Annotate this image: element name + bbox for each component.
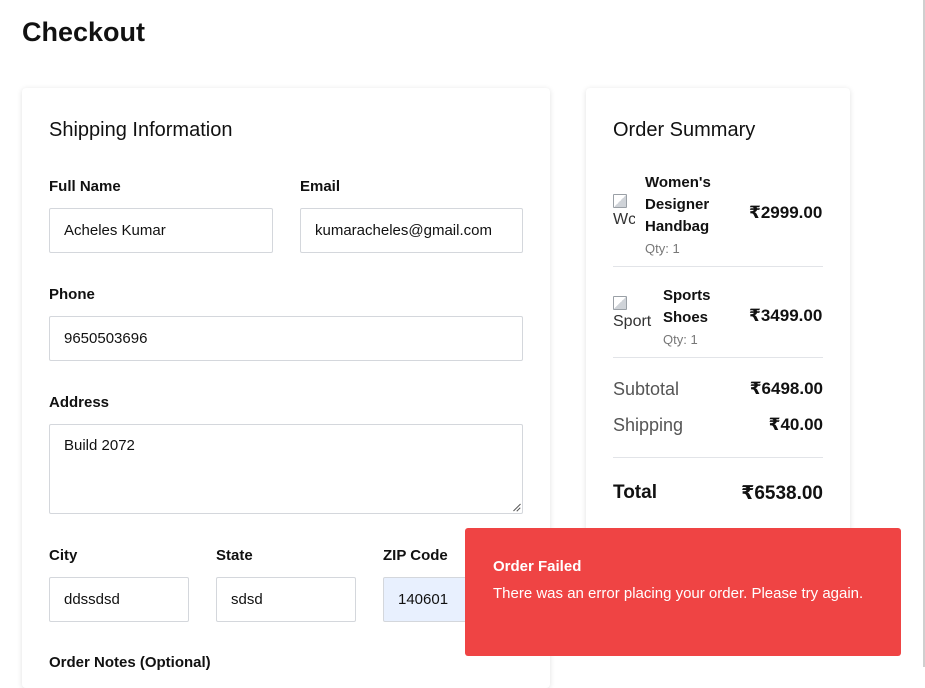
email-input[interactable]: kumaracheles@gmail.com xyxy=(300,208,523,253)
subtotal-label: Subtotal xyxy=(613,379,680,399)
address-label: Address xyxy=(49,394,110,411)
item-quantity: Qty: 1 xyxy=(663,332,698,347)
broken-image-icon xyxy=(613,296,627,310)
phone-input[interactable]: 9650503696 xyxy=(49,316,523,361)
divider xyxy=(613,457,823,458)
toast-title: Order Failed xyxy=(493,558,582,575)
total-label: Total xyxy=(613,482,657,503)
product-image: Sport xyxy=(613,295,655,329)
toast-message: There was an error placing your order. P… xyxy=(493,585,864,602)
shipping-value: ₹40.00 xyxy=(768,415,823,434)
item-quantity: Qty: 1 xyxy=(645,241,680,256)
state-label: State xyxy=(216,547,253,564)
divider xyxy=(613,357,823,358)
order-notes-label: Order Notes (Optional) xyxy=(49,654,211,671)
subtotal-value: ₹6498.00 xyxy=(749,379,823,398)
full-name-label: Full Name xyxy=(49,178,121,195)
zip-code-label: ZIP Code xyxy=(383,547,448,564)
total-value: ₹6538.00 xyxy=(741,483,823,504)
address-textarea[interactable]: Build 2072 xyxy=(49,424,523,514)
broken-image-icon xyxy=(613,194,627,208)
city-input[interactable]: ddssdsd xyxy=(49,577,189,622)
full-name-input[interactable]: Acheles Kumar xyxy=(49,208,273,253)
address-value: Build 2072 xyxy=(64,437,135,454)
shipping-information-title: Shipping Information xyxy=(49,119,233,141)
order-summary-title: Order Summary xyxy=(613,119,756,141)
order-summary-card: Order Summary Wc Women's Designer Handba… xyxy=(586,88,850,558)
resize-grip-icon[interactable] xyxy=(511,502,520,511)
phone-label: Phone xyxy=(49,286,95,303)
shipping-label: Shipping xyxy=(613,415,684,435)
item-price: ₹3499.00 xyxy=(749,306,823,325)
item-price: ₹2999.00 xyxy=(749,203,823,222)
city-label: City xyxy=(49,547,78,564)
divider xyxy=(613,266,823,267)
page-title: Checkout xyxy=(22,17,146,47)
order-failed-toast[interactable]: Order Failed There was an error placing … xyxy=(465,528,901,656)
product-image: Wc xyxy=(613,193,635,227)
item-name: Women's Designer Handbag xyxy=(645,174,711,235)
email-label: Email xyxy=(300,178,341,195)
item-name: Sports Shoes xyxy=(663,287,711,326)
state-input[interactable]: sdsd xyxy=(216,577,356,622)
